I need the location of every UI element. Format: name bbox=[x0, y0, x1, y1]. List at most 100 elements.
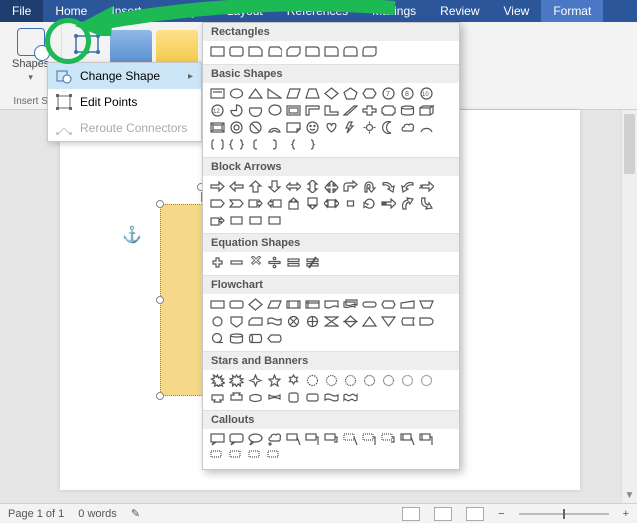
shape-arrow-down[interactable] bbox=[266, 179, 283, 194]
shape-folded-corner[interactable] bbox=[285, 120, 302, 135]
shape-arrow-callout-quad[interactable] bbox=[342, 196, 359, 211]
shape-callout-accent1[interactable] bbox=[399, 432, 416, 447]
shape-fc-magnetic[interactable] bbox=[228, 331, 245, 346]
tab-layout[interactable]: Layout bbox=[215, 0, 275, 22]
shape-bevel[interactable] bbox=[209, 120, 226, 135]
shape-star6[interactable] bbox=[285, 373, 302, 388]
shape-pentagon[interactable] bbox=[342, 86, 359, 101]
shape-ribbon-curved-u[interactable] bbox=[247, 390, 264, 405]
zoom-in[interactable]: + bbox=[623, 508, 629, 520]
shape-arc[interactable] bbox=[418, 120, 435, 135]
tab-references[interactable]: References bbox=[275, 0, 360, 22]
shape-frame[interactable] bbox=[285, 103, 302, 118]
shape-half-frame[interactable] bbox=[304, 103, 321, 118]
shape-fc-multidoc[interactable] bbox=[342, 297, 359, 312]
shape-fc-stored[interactable] bbox=[399, 314, 416, 329]
shape-fc-display[interactable] bbox=[266, 331, 283, 346]
shape-snip-single[interactable] bbox=[247, 44, 264, 59]
word-count[interactable]: 0 words bbox=[78, 508, 117, 520]
shape-plus[interactable] bbox=[209, 255, 226, 270]
shape-callout-line2[interactable] bbox=[304, 432, 321, 447]
zoom-out[interactable]: − bbox=[498, 508, 504, 520]
shape-ribbon-up[interactable] bbox=[209, 390, 226, 405]
shape-callout-border2[interactable] bbox=[361, 432, 378, 447]
shape-cloud[interactable] bbox=[399, 120, 416, 135]
shape-callout-more1[interactable] bbox=[209, 449, 226, 464]
shape-arrow-bent[interactable] bbox=[342, 179, 359, 194]
shape-arrow-curved-u[interactable] bbox=[399, 196, 416, 211]
shape-sun[interactable] bbox=[361, 120, 378, 135]
shape-fc-internal[interactable] bbox=[304, 297, 321, 312]
shape-fc-seq[interactable] bbox=[209, 331, 226, 346]
shape-fc-sort[interactable] bbox=[342, 314, 359, 329]
shape-arrow-pentagon[interactable] bbox=[209, 196, 226, 211]
shape-scroll-h[interactable] bbox=[304, 390, 321, 405]
shape-callout-cloud[interactable] bbox=[266, 432, 283, 447]
shape-cube[interactable] bbox=[418, 103, 435, 118]
shape-arrow-home[interactable] bbox=[209, 213, 226, 228]
proofing-icon[interactable]: ✎ bbox=[131, 507, 140, 520]
scrollbar-thumb[interactable] bbox=[624, 114, 635, 174]
shape-fc-alt[interactable] bbox=[228, 297, 245, 312]
shape-fc-extract[interactable] bbox=[361, 314, 378, 329]
shape-hexagon[interactable] bbox=[361, 86, 378, 101]
tab-mailings[interactable]: Mailings bbox=[360, 0, 428, 22]
shape-arrow-more1[interactable] bbox=[228, 213, 245, 228]
scroll-down-icon[interactable]: ▼ bbox=[622, 487, 637, 503]
shape-fc-sum[interactable] bbox=[285, 314, 302, 329]
shape-heart[interactable] bbox=[323, 120, 340, 135]
shape-fc-decision[interactable] bbox=[247, 297, 264, 312]
shape-star5[interactable] bbox=[266, 373, 283, 388]
shape-dodecagon[interactable]: 12 bbox=[209, 103, 226, 118]
shape-not-equal[interactable] bbox=[304, 255, 321, 270]
shape-double-brace[interactable] bbox=[228, 137, 245, 152]
tab-review[interactable]: Review bbox=[428, 0, 491, 22]
zoom-thumb[interactable] bbox=[563, 509, 565, 519]
shape-star32[interactable] bbox=[418, 373, 435, 388]
shape-arrow-up[interactable] bbox=[247, 179, 264, 194]
shape-arrow-callout-lr[interactable] bbox=[323, 196, 340, 211]
shape-callout-more4[interactable] bbox=[266, 449, 283, 464]
shape-arrow-lr[interactable] bbox=[285, 179, 302, 194]
shape-teardrop[interactable] bbox=[266, 103, 283, 118]
shape-oval[interactable] bbox=[228, 86, 245, 101]
shape-star7[interactable] bbox=[304, 373, 321, 388]
shape-l-shape[interactable] bbox=[323, 103, 340, 118]
shape-callout-oval[interactable] bbox=[247, 432, 264, 447]
shape-round-single[interactable] bbox=[323, 44, 340, 59]
shape-callout-line3[interactable] bbox=[323, 432, 340, 447]
shape-arrow-more2[interactable] bbox=[247, 213, 264, 228]
resize-handle[interactable] bbox=[156, 200, 164, 208]
shape-octagon[interactable]: 8 bbox=[399, 86, 416, 101]
shape-triangle[interactable] bbox=[247, 86, 264, 101]
shape-round-diag[interactable] bbox=[361, 44, 378, 59]
shape-plaque[interactable] bbox=[380, 103, 397, 118]
view-read-mode[interactable] bbox=[402, 507, 420, 521]
shape-pie[interactable] bbox=[228, 103, 245, 118]
shape-arrow-ud[interactable] bbox=[304, 179, 321, 194]
shape-heptagon[interactable]: 7 bbox=[380, 86, 397, 101]
shape-double-wave[interactable] bbox=[342, 390, 359, 405]
shape-ribbon-curved-d[interactable] bbox=[266, 390, 283, 405]
shape-diamond[interactable] bbox=[323, 86, 340, 101]
shape-lightning[interactable] bbox=[342, 120, 359, 135]
tab-insert[interactable]: Insert bbox=[99, 0, 153, 22]
zoom-slider[interactable] bbox=[519, 513, 609, 515]
shape-moon[interactable] bbox=[380, 120, 397, 135]
shape-fc-collate[interactable] bbox=[323, 314, 340, 329]
shape-fc-predef[interactable] bbox=[285, 297, 302, 312]
shape-minus[interactable] bbox=[228, 255, 245, 270]
shape-star8[interactable] bbox=[323, 373, 340, 388]
shape-arrow-right[interactable] bbox=[209, 179, 226, 194]
tab-view[interactable]: View bbox=[492, 0, 542, 22]
shape-arrow-callout-d[interactable] bbox=[304, 196, 321, 211]
shape-fc-document[interactable] bbox=[323, 297, 340, 312]
shape-wave[interactable] bbox=[323, 390, 340, 405]
view-web-layout[interactable] bbox=[466, 507, 484, 521]
shape-callout-rect[interactable] bbox=[209, 432, 226, 447]
shape-arrow-striped[interactable] bbox=[380, 196, 397, 211]
shape-arrow-circular[interactable] bbox=[361, 196, 378, 211]
shape-arrow-left[interactable] bbox=[228, 179, 245, 194]
tab-home[interactable]: Home bbox=[43, 0, 99, 22]
shape-round-same[interactable] bbox=[342, 44, 359, 59]
